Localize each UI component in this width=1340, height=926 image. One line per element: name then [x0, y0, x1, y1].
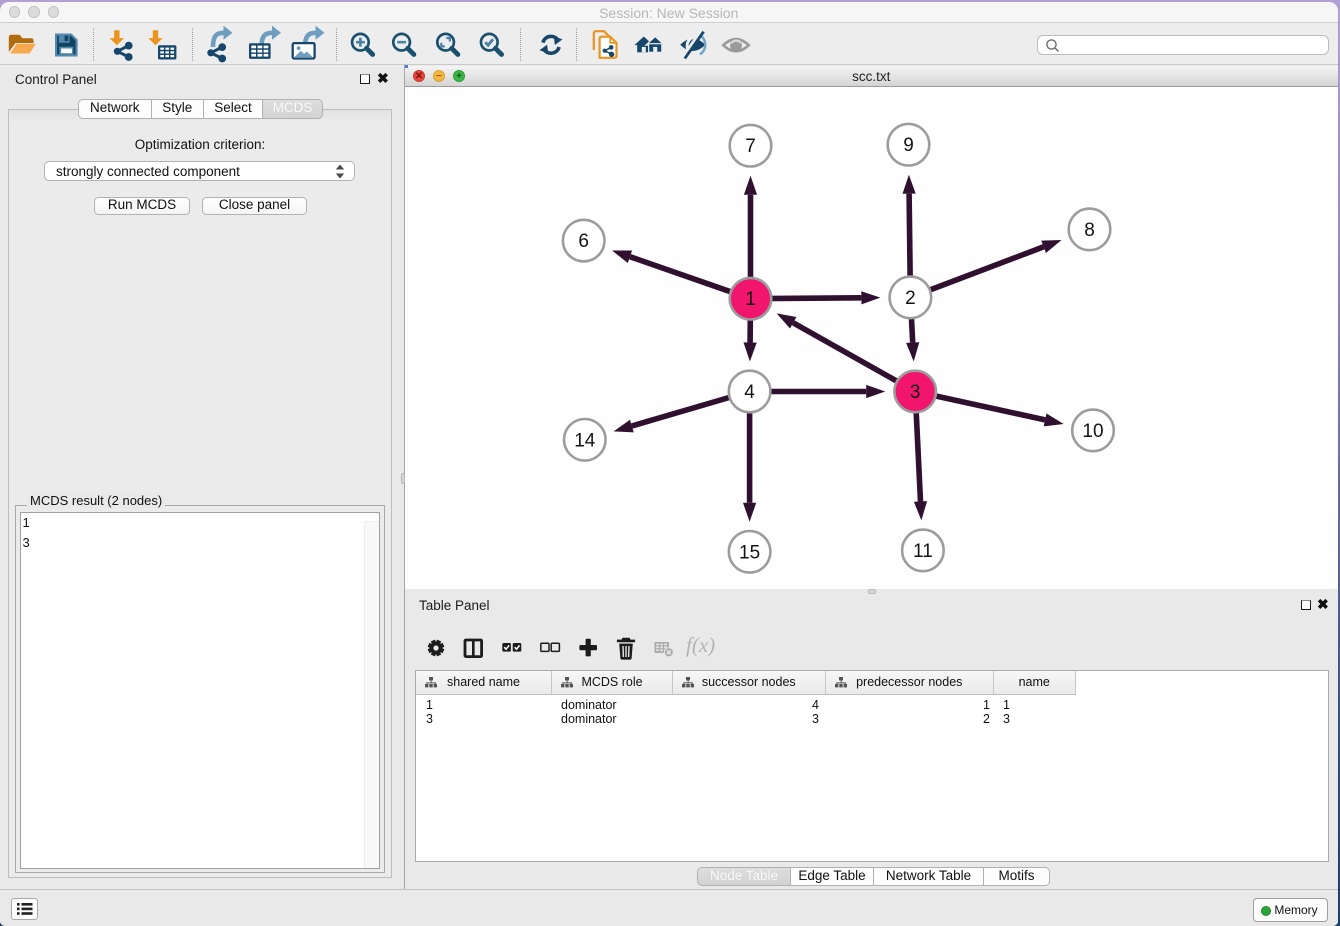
svg-text:9: 9 [903, 135, 914, 156]
svg-text:14: 14 [574, 430, 596, 451]
svg-text:3: 3 [910, 382, 921, 403]
svg-text:6: 6 [578, 231, 589, 252]
svg-text:11: 11 [913, 540, 933, 561]
svg-text:1: 1 [745, 289, 756, 310]
svg-text:8: 8 [1084, 219, 1095, 240]
svg-text:2: 2 [905, 287, 916, 308]
svg-text:7: 7 [745, 136, 756, 157]
svg-text:4: 4 [744, 382, 755, 403]
svg-text:15: 15 [739, 542, 760, 563]
svg-text:10: 10 [1082, 420, 1103, 441]
